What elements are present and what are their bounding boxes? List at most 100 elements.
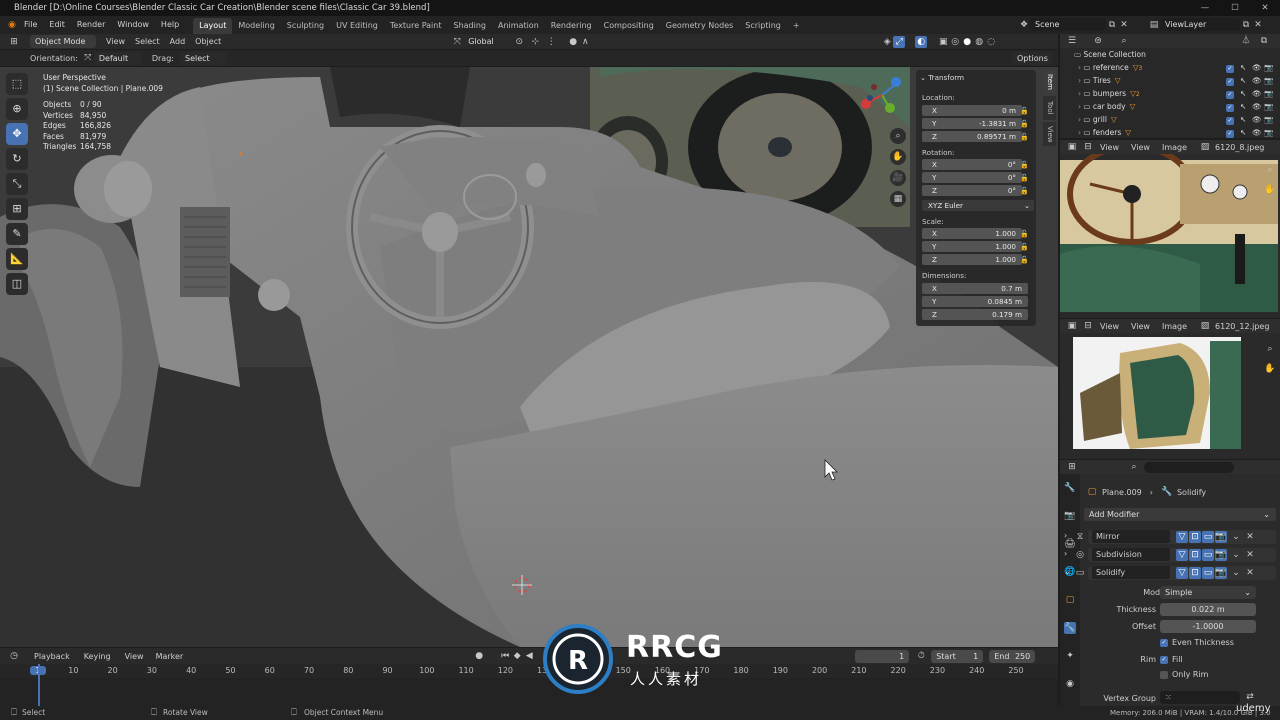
- tab-rendering[interactable]: Rendering: [545, 18, 598, 34]
- zoom-icon-2[interactable]: ⌕: [1264, 343, 1276, 355]
- mode-icon[interactable]: ⊟: [1082, 320, 1094, 332]
- menu-file[interactable]: File: [18, 16, 43, 34]
- physics-tab-icon[interactable]: ◉: [1064, 678, 1076, 690]
- image-name[interactable]: 6120_8.jpeg: [1215, 143, 1264, 152]
- timeline-editor-type-icon[interactable]: ◷: [8, 650, 20, 662]
- even-thickness-checkbox[interactable]: ✓ Even Thickness: [1160, 638, 1234, 647]
- add-modifier-button[interactable]: Add Modifier ⌄: [1084, 508, 1276, 521]
- menu-select[interactable]: Select: [135, 37, 160, 46]
- lock-icon[interactable]: 🔓: [1020, 230, 1029, 238]
- modifier-solidify[interactable]: ⌄ ▭ Solidify ▽ ⊡ ▭ 📷 ⌄ ✕: [1064, 566, 1276, 580]
- eye-icon[interactable]: 👁: [1252, 126, 1262, 139]
- camera-icon[interactable]: 📷: [1264, 87, 1273, 100]
- menu-playback[interactable]: Playback: [34, 652, 70, 661]
- checkbox-icon[interactable]: ✓: [1226, 113, 1234, 126]
- rotation-y-field[interactable]: Y 0°: [922, 172, 1022, 183]
- render-tab-icon[interactable]: 📷: [1064, 510, 1076, 522]
- add-cube-tool-icon[interactable]: ◫: [6, 273, 28, 295]
- tab-texture-paint[interactable]: Texture Paint: [384, 18, 448, 34]
- menu-window[interactable]: Window: [111, 16, 155, 34]
- filter-icon[interactable]: ⏃: [1240, 35, 1252, 47]
- image-browse-icon[interactable]: ▨: [1199, 141, 1211, 153]
- gizmo-toggle-icon[interactable]: ⤢: [893, 35, 906, 48]
- checkbox-icon[interactable]: ✓: [1226, 87, 1234, 100]
- editor-type-icon[interactable]: ⊞: [8, 36, 20, 48]
- camera-icon[interactable]: 📷: [1264, 74, 1273, 87]
- options-dropdown[interactable]: Options: [1012, 51, 1052, 65]
- end-frame-field[interactable]: End 250: [989, 649, 1036, 663]
- image-name[interactable]: 6120_12.jpeg: [1215, 322, 1269, 331]
- transform-orientation-dropdown[interactable]: Global: [463, 35, 508, 48]
- menu-image[interactable]: Image: [1162, 322, 1187, 331]
- properties-search-input[interactable]: [1144, 461, 1234, 473]
- scale-y-field[interactable]: Y 1.000: [922, 241, 1022, 252]
- menu-edit[interactable]: Edit: [43, 16, 71, 34]
- tab-uv-editing[interactable]: UV Editing: [330, 18, 384, 34]
- outliner-item[interactable]: › ▭ Tires ▽ ✓ ↖ 👁 📷: [1060, 74, 1280, 87]
- playhead[interactable]: [38, 664, 40, 706]
- stopwatch-icon[interactable]: ⏱: [915, 650, 927, 662]
- selectable-icon[interactable]: ↖: [1240, 87, 1246, 100]
- object-tab-icon[interactable]: ▢: [1064, 594, 1076, 606]
- annotate-tool-icon[interactable]: ✎: [6, 223, 28, 245]
- selectable-icon[interactable]: ↖: [1240, 126, 1246, 139]
- perspective-grid-icon[interactable]: ▦: [890, 191, 906, 207]
- tab-layout[interactable]: Layout: [193, 17, 233, 34]
- prev-keyframe-icon[interactable]: ◆: [511, 650, 523, 662]
- play-reverse-icon[interactable]: ◀: [523, 650, 535, 662]
- eye-icon[interactable]: 👁: [1252, 61, 1262, 74]
- select-box-tool-icon[interactable]: ⬚: [6, 73, 28, 95]
- selectable-icon[interactable]: ↖: [1240, 74, 1246, 87]
- lock-icon[interactable]: 🔓: [1020, 133, 1029, 141]
- visibility-icon[interactable]: ◈: [881, 36, 893, 48]
- lock-icon[interactable]: 🔓: [1020, 256, 1029, 264]
- rotation-mode-dropdown[interactable]: XYZ Euler ⌄: [922, 200, 1034, 211]
- camera-icon[interactable]: 📷: [1264, 100, 1273, 113]
- lock-icon[interactable]: 🔓: [1020, 243, 1029, 251]
- tab-shading[interactable]: Shading: [447, 18, 492, 34]
- location-x-field[interactable]: X0 m: [922, 105, 1022, 116]
- tab-compositing[interactable]: Compositing: [598, 18, 660, 34]
- transform-header[interactable]: ⌄ Transform: [920, 73, 964, 82]
- pan-icon-2[interactable]: ✋: [1264, 363, 1276, 375]
- frame-ruler[interactable]: 1102030405060708090100110120130140150160…: [0, 664, 1058, 678]
- modifier-tab-icon[interactable]: 🔧: [1064, 622, 1076, 634]
- eye-icon[interactable]: 👁: [1252, 100, 1262, 113]
- eye-icon[interactable]: 👁: [1252, 87, 1262, 100]
- menu-keying[interactable]: Keying: [84, 652, 111, 661]
- menu-render[interactable]: Render: [71, 16, 111, 34]
- zoom-icon[interactable]: ⌕: [890, 128, 906, 144]
- close-icon[interactable]: ✕: [1250, 0, 1280, 16]
- properties-editor-icon[interactable]: ⊞: [1066, 461, 1078, 473]
- outliner-item[interactable]: › ▭ grill ▽ ✓ ↖ 👁 📷: [1060, 113, 1280, 126]
- checkbox-icon[interactable]: ✓: [1226, 74, 1234, 87]
- menu-view[interactable]: View: [106, 37, 125, 46]
- new-scene-icon[interactable]: ⧉: [1106, 19, 1118, 31]
- lock-icon[interactable]: 🔓: [1020, 161, 1029, 169]
- zoom-icon-1[interactable]: ⌕: [1264, 164, 1276, 176]
- tab-item[interactable]: Item: [1043, 70, 1056, 94]
- particles-tab-icon[interactable]: ✦: [1064, 650, 1076, 662]
- move-tool-icon[interactable]: ✥: [6, 123, 28, 145]
- tab-scripting[interactable]: Scripting: [739, 18, 787, 34]
- properties-search-icon[interactable]: ⌕: [1128, 461, 1140, 473]
- dimensions-x-field[interactable]: X 0.7 m: [922, 283, 1028, 294]
- location-z-field[interactable]: Z 0.89571 m: [922, 131, 1022, 142]
- menu-marker[interactable]: Marker: [156, 652, 184, 661]
- display-mode-icon[interactable]: ⊜: [1092, 35, 1104, 47]
- eye-icon[interactable]: 👁: [1252, 113, 1262, 126]
- shading-material-icon[interactable]: ◍: [973, 36, 985, 48]
- rotate-tool-icon[interactable]: ↻: [6, 148, 28, 170]
- drag-dropdown[interactable]: Select Box: [179, 51, 226, 76]
- checkbox-icon[interactable]: ✓: [1226, 61, 1234, 74]
- tab-tool[interactable]: Tool: [1043, 96, 1056, 120]
- thickness-field[interactable]: 0.022 m: [1160, 603, 1256, 616]
- new-collection-icon[interactable]: ⧉: [1258, 35, 1270, 47]
- mode-dropdown[interactable]: Object Mode: [30, 35, 96, 48]
- new-view-layer-icon[interactable]: ⧉: [1240, 19, 1252, 31]
- eye-icon[interactable]: 👁: [1252, 74, 1262, 87]
- dimensions-y-field[interactable]: Y 0.0845 m: [922, 296, 1028, 307]
- camera-icon[interactable]: 📷: [1264, 61, 1273, 74]
- scale-x-field[interactable]: X 1.000: [922, 228, 1022, 239]
- image-editor-icon[interactable]: ▣: [1066, 141, 1078, 153]
